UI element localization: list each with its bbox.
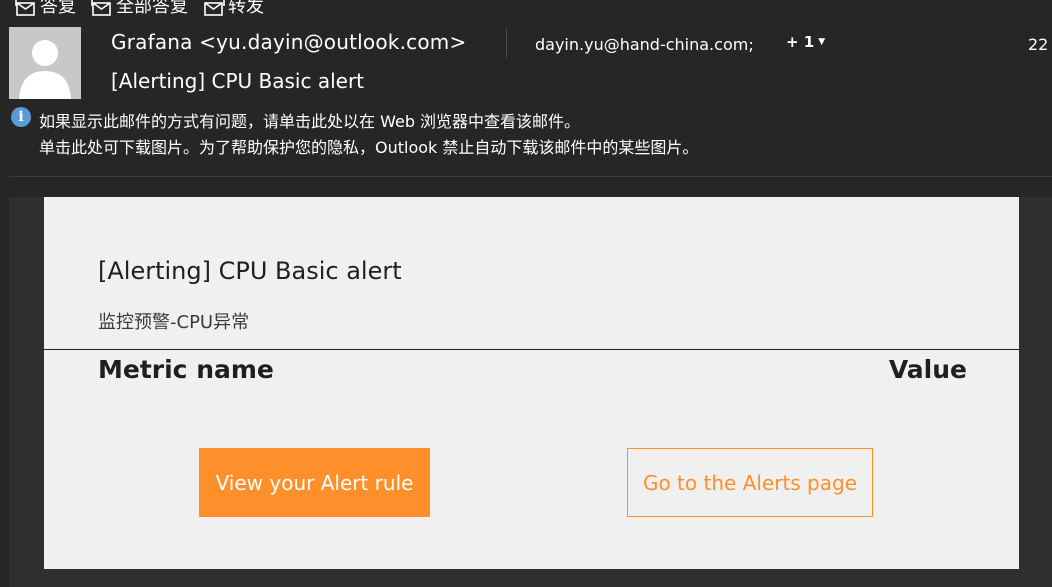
sender-avatar[interactable]	[9, 27, 81, 99]
reply-button[interactable]: 答复	[14, 0, 76, 18]
reply-all-label: 全部答复	[116, 0, 188, 17]
metric-name-header: Metric name	[98, 355, 274, 384]
view-in-browser-notice[interactable]: 如果显示此邮件的方式有问题，请单击此处以在 Web 浏览器中查看该邮件。	[39, 108, 580, 132]
header-separator	[9, 176, 1052, 177]
header-divider	[506, 28, 507, 58]
reply-icon	[14, 0, 38, 17]
recipient-address[interactable]: dayin.yu@hand-china.com;	[535, 35, 754, 54]
value-header: Value	[888, 355, 967, 384]
more-recipients-count: + 1	[786, 33, 815, 51]
chevron-down-icon: ▼	[818, 37, 826, 47]
outlook-reading-pane: 答复 全部答复 转发 Grafana <yu.dayin@outlook.com…	[0, 0, 1052, 587]
forward-icon	[202, 0, 226, 17]
alert-title: [Alerting] CPU Basic alert	[98, 257, 402, 285]
go-to-alerts-page-button[interactable]: Go to the Alerts page	[627, 448, 873, 517]
card-divider	[44, 349, 1019, 350]
forward-label: 转发	[228, 0, 264, 17]
received-time: 22	[1028, 35, 1049, 54]
forward-button[interactable]: 转发	[202, 0, 264, 18]
alert-description: 监控预警-CPU异常	[98, 312, 250, 333]
reply-label: 答复	[40, 0, 76, 17]
sender-name[interactable]: Grafana <yu.dayin@outlook.com>	[111, 30, 466, 54]
reply-all-icon	[90, 0, 114, 17]
reply-all-button[interactable]: 全部答复	[90, 0, 188, 18]
message-subject: [Alerting] CPU Basic alert	[111, 69, 365, 93]
more-recipients-toggle[interactable]: + 1 ▼	[786, 33, 825, 51]
view-alert-rule-button[interactable]: View your Alert rule	[199, 448, 430, 517]
alert-email-card: [Alerting] CPU Basic alert 监控预警-CPU异常 Me…	[44, 197, 1019, 569]
download-images-notice[interactable]: 单击此处可下载图片。为了帮助保护您的隐私，Outlook 禁止自动下载该邮件中的…	[39, 134, 698, 158]
default-avatar-icon	[9, 27, 81, 99]
message-actions-toolbar: 答复 全部答复 转发	[14, 0, 264, 18]
info-icon: i	[11, 107, 31, 127]
